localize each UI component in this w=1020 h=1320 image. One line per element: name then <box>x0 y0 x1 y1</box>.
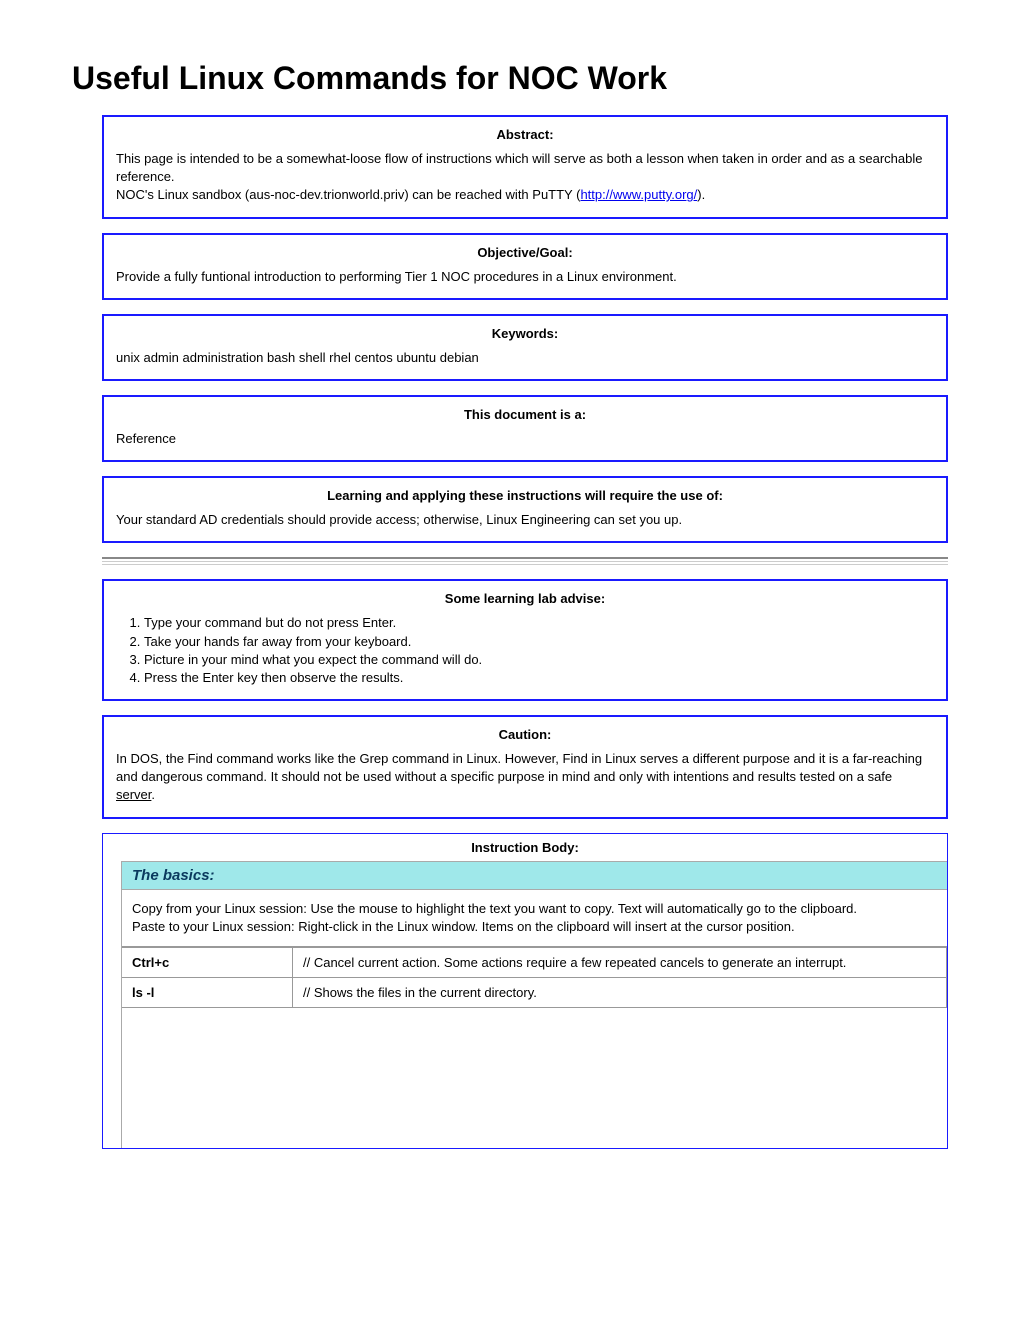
requirements-box: Learning and applying these instructions… <box>102 476 948 543</box>
advice-item: Picture in your mind what you expect the… <box>144 651 934 669</box>
advice-box: Some learning lab advise: Type your comm… <box>102 579 948 701</box>
requirements-body: Your standard AD credentials should prov… <box>116 511 934 529</box>
advice-item: Type your command but do not press Enter… <box>144 614 934 632</box>
basics-intro-line1: Copy from your Linux session: Use the mo… <box>132 901 857 916</box>
basics-title: The basics: <box>122 862 947 890</box>
command-cell: ls -l <box>122 978 293 1008</box>
requirements-header: Learning and applying these instructions… <box>116 488 934 503</box>
abstract-header: Abstract: <box>116 127 934 142</box>
advice-header: Some learning lab advise: <box>116 591 934 606</box>
instruction-box: Instruction Body: The basics: Copy from … <box>102 833 948 1149</box>
objective-box: Objective/Goal: Provide a fully funtiona… <box>102 233 948 300</box>
basics-intro-line2: Paste to your Linux session: Right-click… <box>132 919 795 934</box>
instruction-inner: The basics: Copy from your Linux session… <box>121 861 947 1148</box>
table-row: ls -l // Shows the files in the current … <box>122 978 947 1008</box>
putty-link[interactable]: http://www.putty.org/ <box>580 187 697 202</box>
commands-table: Ctrl+c // Cancel current action. Some ac… <box>122 947 947 1008</box>
advice-list: Type your command but do not press Enter… <box>144 614 934 687</box>
caution-text-a: In DOS, the Find command works like the … <box>116 751 922 784</box>
page-title: Useful Linux Commands for NOC Work <box>72 60 948 97</box>
abstract-line2b: ). <box>697 187 705 202</box>
doctype-box: This document is a: Reference <box>102 395 948 462</box>
caution-text-b: . <box>151 787 155 802</box>
caution-box: Caution: In DOS, the Find command works … <box>102 715 948 819</box>
objective-body: Provide a fully funtional introduction t… <box>116 268 934 286</box>
keywords-body: unix admin administration bash shell rhe… <box>116 349 934 367</box>
command-desc-cell: // Shows the files in the current direct… <box>293 978 947 1008</box>
command-desc-cell: // Cancel current action. Some actions r… <box>293 948 947 978</box>
table-row: Ctrl+c // Cancel current action. Some ac… <box>122 948 947 978</box>
section-divider <box>102 557 948 562</box>
advice-item: Take your hands far away from your keybo… <box>144 633 934 651</box>
keywords-box: Keywords: unix admin administration bash… <box>102 314 948 381</box>
doctype-header: This document is a: <box>116 407 934 422</box>
abstract-body: This page is intended to be a somewhat-l… <box>116 150 934 205</box>
section-divider-shadow <box>102 564 948 565</box>
caution-server-word: server <box>116 787 151 802</box>
abstract-line1: This page is intended to be a somewhat-l… <box>116 151 922 184</box>
caution-header: Caution: <box>116 727 934 742</box>
advice-item: Press the Enter key then observe the res… <box>144 669 934 687</box>
abstract-line2a: NOC's Linux sandbox (aus-noc-dev.trionwo… <box>116 187 580 202</box>
caution-body: In DOS, the Find command works like the … <box>116 750 934 805</box>
instruction-header: Instruction Body: <box>103 834 947 861</box>
abstract-box: Abstract: This page is intended to be a … <box>102 115 948 219</box>
objective-header: Objective/Goal: <box>116 245 934 260</box>
doctype-body: Reference <box>116 430 934 448</box>
keywords-header: Keywords: <box>116 326 934 341</box>
command-cell: Ctrl+c <box>122 948 293 978</box>
basics-intro: Copy from your Linux session: Use the mo… <box>122 890 947 947</box>
